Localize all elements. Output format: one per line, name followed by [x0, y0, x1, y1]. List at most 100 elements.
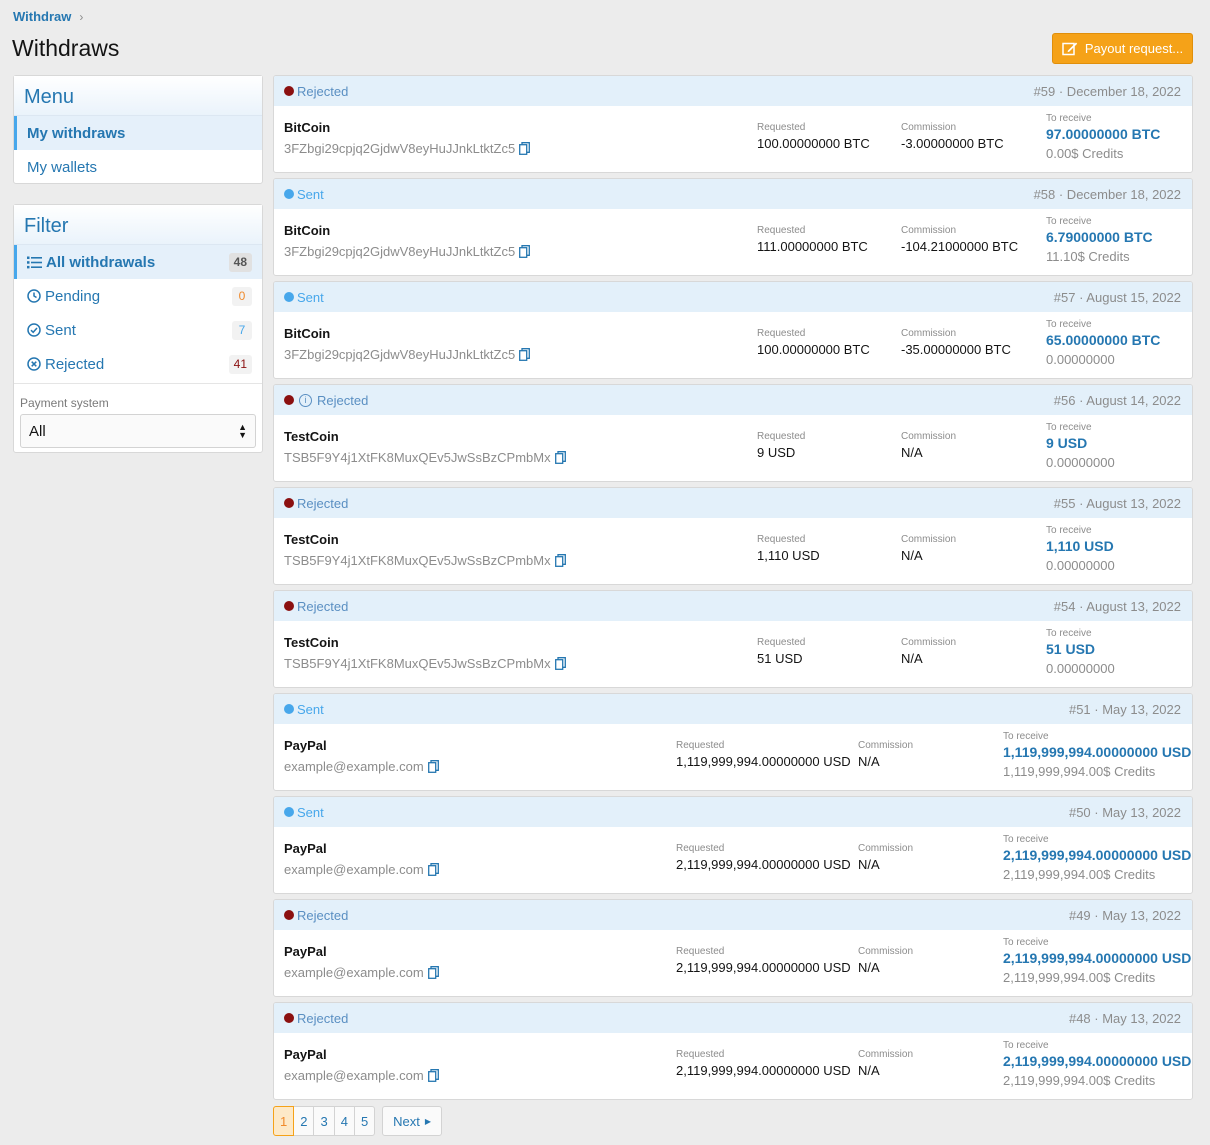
- status-dot-icon: [284, 292, 294, 302]
- requested-amount: 100.00000000 BTC: [757, 136, 870, 151]
- copy-icon[interactable]: [519, 348, 531, 361]
- withdrawal-meta: #57 · August 15, 2022: [1053, 289, 1181, 305]
- withdrawal-meta: #58 · December 18, 2022: [1033, 186, 1181, 202]
- commission-amount: N/A: [858, 1063, 880, 1078]
- requested-caption: Requested: [757, 225, 806, 236]
- status-badge: Sent: [284, 290, 324, 305]
- payment-system-select[interactable]: All ▲ ▼: [20, 414, 256, 448]
- receive-credits: 0.00000000: [1046, 455, 1115, 470]
- receive-caption: To receive: [1046, 422, 1092, 433]
- commission-caption: Commission: [858, 843, 914, 854]
- copy-icon[interactable]: [427, 760, 440, 773]
- requested-column: Requested 2,119,999,994.00000000 USD: [676, 1049, 851, 1078]
- requested-amount: 100.00000000 BTC: [757, 342, 870, 357]
- next-page-button[interactable]: Next ▶: [382, 1106, 443, 1136]
- commission-amount: N/A: [858, 754, 880, 769]
- breadcrumb-link-withdraw[interactable]: Withdraw: [13, 9, 71, 24]
- page-2-button[interactable]: 2: [293, 1106, 315, 1136]
- filter-item-pending[interactable]: Pending 0: [14, 279, 262, 313]
- menu-item-my-withdraws[interactable]: My withdraws: [14, 116, 262, 150]
- withdrawal-card: Rejected #55 · August 13, 2022 TestCoin TSB…: [273, 487, 1193, 585]
- filter-item-sent[interactable]: Sent 7: [14, 313, 262, 347]
- filter-item-rejected[interactable]: Rejected 41: [14, 347, 262, 381]
- requested-amount: 2,119,999,994.00000000 USD: [676, 1063, 851, 1078]
- wallet-address-text: example@example.com: [284, 965, 424, 980]
- page-title: Withdraws: [12, 35, 120, 61]
- page-5-button[interactable]: 5: [353, 1106, 376, 1136]
- requested-caption: Requested: [676, 946, 725, 957]
- wallet-address-text: TSB5F9Y4j1XtFK8MuxQEv5JwSsBzCPmbMx: [284, 656, 551, 671]
- requested-column: Requested 100.00000000 BTC: [757, 122, 870, 151]
- page-4-button[interactable]: 4: [333, 1106, 355, 1136]
- wallet-address: 3FZbgi29cpjq2GjdwV8eyHuJJnkLtktZc5: [284, 347, 531, 362]
- requested-amount: 9 USD: [757, 445, 796, 460]
- payout-request-button[interactable]: Payout request...: [1052, 33, 1193, 64]
- withdrawal-meta: #51 · May 13, 2022: [1068, 701, 1181, 717]
- card-header: Sent #51 · May 13, 2022: [274, 694, 1192, 724]
- payment-system-name: BitCoin: [284, 326, 331, 341]
- status-dot-icon: [284, 86, 294, 96]
- menu-block: Menu My withdraws My wallets: [13, 75, 263, 184]
- receive-credits: 1,119,999,994.00$ Credits: [1003, 764, 1156, 779]
- page-1-button[interactable]: 1: [273, 1106, 295, 1136]
- check-circle-icon: [27, 323, 41, 337]
- receive-amount: 65.00000000 BTC: [1046, 332, 1161, 348]
- wallet-address: 3FZbgi29cpjq2GjdwV8eyHuJJnkLtktZc5: [284, 244, 531, 259]
- commission-column: Commission -104.21000000 BTC: [901, 225, 1018, 254]
- receive-amount: 2,119,999,994.00000000 USD: [1003, 847, 1192, 863]
- receive-credits: 2,119,999,994.00$ Credits: [1003, 1073, 1156, 1088]
- receive-column: To receive 2,119,999,994.00000000 USD 2,11…: [1003, 834, 1191, 882]
- withdrawal-card: Rejected #54 · August 13, 2022 TestCoin TSB…: [273, 590, 1193, 688]
- wallet-address: example@example.com: [284, 862, 440, 877]
- copy-icon[interactable]: [554, 554, 567, 567]
- copy-icon[interactable]: [519, 142, 531, 155]
- receive-column: To receive 1,110 USD 0.00000000: [1046, 525, 1115, 573]
- receive-credits: 11.10$ Credits: [1046, 249, 1130, 264]
- receive-credits: 2,119,999,994.00$ Credits: [1003, 867, 1156, 882]
- receive-column: To receive 51 USD 0.00000000: [1046, 628, 1115, 676]
- receive-amount: 2,119,999,994.00000000 USD: [1003, 950, 1192, 966]
- menu-title: Menu: [14, 76, 262, 116]
- wallet-address-text: example@example.com: [284, 862, 424, 877]
- copy-icon[interactable]: [427, 966, 440, 979]
- commission-caption: Commission: [901, 431, 957, 442]
- page-3-button[interactable]: 3: [313, 1106, 335, 1136]
- requested-amount: 51 USD: [757, 651, 803, 666]
- commission-caption: Commission: [858, 1049, 914, 1060]
- menu-item-label: My withdraws: [27, 124, 126, 142]
- requested-caption: Requested: [757, 328, 806, 339]
- menu-item-my-wallets[interactable]: My wallets: [14, 150, 262, 184]
- requested-caption: Requested: [676, 843, 725, 854]
- card-header: Rejected #55 · August 13, 2022: [274, 488, 1192, 518]
- filter-item-all[interactable]: All withdrawals 48: [14, 245, 262, 279]
- receive-column: To receive 2,119,999,994.00000000 USD 2,11…: [1003, 1040, 1191, 1088]
- status-dot-icon: [284, 498, 294, 508]
- withdrawal-card: Sent #51 · May 13, 2022 PayPal example@exam…: [273, 693, 1193, 791]
- commission-caption: Commission: [858, 946, 914, 957]
- withdrawal-card: Sent #57 · August 15, 2022 BitCoin 3FZbgi29…: [273, 281, 1193, 379]
- copy-icon[interactable]: [427, 1069, 440, 1082]
- copy-icon[interactable]: [554, 657, 567, 670]
- status-badge: Rejected: [284, 84, 348, 99]
- commission-caption: Commission: [901, 328, 957, 339]
- withdrawal-meta: #49 · May 13, 2022: [1068, 907, 1181, 923]
- commission-amount: N/A: [858, 857, 880, 872]
- payment-system-label: Payment system: [14, 383, 262, 414]
- receive-column: To receive 65.00000000 BTC 0.00000000: [1046, 319, 1160, 367]
- clock-icon: [27, 289, 41, 303]
- requested-column: Requested 1,110 USD: [757, 534, 820, 563]
- info-icon[interactable]: i: [299, 393, 312, 407]
- withdrawal-meta: #59 · December 18, 2022: [1033, 83, 1181, 99]
- status-dot-icon: [284, 1013, 294, 1023]
- copy-icon[interactable]: [519, 245, 531, 258]
- withdrawal-card: Rejected #49 · May 13, 2022 PayPal example@…: [273, 899, 1193, 997]
- receive-credits: 2,119,999,994.00$ Credits: [1003, 970, 1156, 985]
- commission-caption: Commission: [901, 225, 957, 236]
- copy-icon[interactable]: [427, 863, 440, 876]
- card-header: Rejected #54 · August 13, 2022: [274, 591, 1192, 621]
- status-label: Rejected: [297, 83, 349, 99]
- copy-icon[interactable]: [554, 451, 567, 464]
- edit-icon: [1062, 42, 1078, 56]
- status-label: Rejected: [297, 598, 349, 614]
- status-dot-icon: [284, 601, 294, 611]
